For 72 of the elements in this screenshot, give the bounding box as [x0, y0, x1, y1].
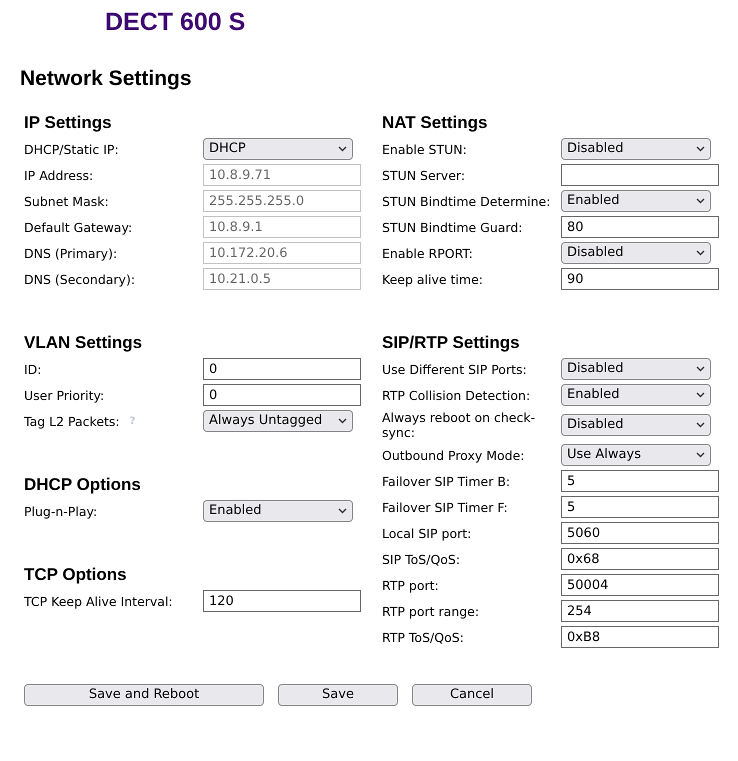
chevron-down-icon	[338, 146, 347, 152]
input-field[interactable]: 90	[561, 268, 719, 290]
input-field[interactable]: 0x68	[561, 548, 719, 570]
field-label: Enable RPORT:	[382, 246, 473, 260]
chevron-down-icon	[696, 366, 705, 372]
field-label: Failover SIP Timer F:	[382, 500, 508, 514]
input-field[interactable]: 0	[203, 384, 361, 406]
field-label: Plug-n-Play:	[24, 504, 98, 518]
field-label: IP Address:	[24, 168, 94, 182]
field-label: Outbound Proxy Mode:	[382, 448, 524, 462]
field-label: DHCP/Static IP:	[24, 142, 119, 156]
chevron-down-icon	[696, 198, 705, 204]
input-field[interactable]: 254	[561, 600, 719, 622]
input-field[interactable]	[561, 164, 719, 186]
field-label: RTP port:	[382, 578, 439, 592]
dropdown[interactable]: Enabled	[561, 384, 711, 406]
section-heading: NAT Settings	[382, 112, 488, 134]
dropdown[interactable]: Use Always	[561, 444, 711, 466]
field-label: Use Different SIP Ports:	[382, 362, 527, 376]
field-label: Keep alive time:	[382, 272, 483, 286]
action-button[interactable]: Save	[278, 684, 398, 706]
chevron-down-icon	[338, 418, 347, 424]
field-label: Local SIP port:	[382, 526, 472, 540]
input-field[interactable]: 120	[203, 590, 361, 612]
input-field[interactable]: 5	[561, 470, 719, 492]
section-heading: DHCP Options	[24, 474, 142, 496]
input-field[interactable]: 5	[561, 496, 719, 518]
field-label: SIP ToS/QoS:	[382, 552, 460, 566]
action-button[interactable]: Save and Reboot	[24, 684, 264, 706]
dropdown[interactable]: DHCP	[203, 138, 353, 160]
section-heading: VLAN Settings	[24, 332, 144, 354]
field-label: User Priority:	[24, 388, 104, 402]
field-label: RTP Collision Detection:	[382, 388, 530, 402]
dropdown[interactable]: Disabled	[561, 242, 711, 264]
section-heading: IP Settings	[24, 112, 113, 134]
field-label: RTP port range:	[382, 604, 480, 618]
chevron-down-icon	[696, 392, 705, 398]
dropdown[interactable]: Always Untagged	[203, 410, 353, 432]
input-field[interactable]: 80	[561, 216, 719, 238]
field-label: TCP Keep Alive Interval:	[24, 594, 173, 608]
input-field[interactable]: 0	[203, 358, 361, 380]
chevron-down-icon	[338, 508, 347, 514]
field-label: STUN Bindtime Guard:	[382, 220, 522, 234]
field-label: STUN Bindtime Determine:	[382, 194, 550, 208]
section-heading: TCP Options	[24, 564, 128, 586]
chevron-down-icon	[696, 250, 705, 256]
dropdown[interactable]: Disabled	[561, 358, 711, 380]
input-field[interactable]: 5060	[561, 522, 719, 544]
input-field[interactable]: 50004	[561, 574, 719, 596]
chevron-down-icon	[696, 422, 705, 428]
product-title: DECT 600 S	[105, 7, 246, 38]
field-label: ID:	[24, 362, 42, 376]
field-label: Always reboot on check-sync:	[382, 410, 536, 440]
field-label: Subnet Mask:	[24, 194, 109, 208]
chevron-down-icon	[696, 146, 705, 152]
action-button[interactable]: Cancel	[412, 684, 532, 706]
field-label: Default Gateway:	[24, 220, 132, 234]
page-title: Network Settings	[20, 66, 193, 92]
field-label: RTP ToS/QoS:	[382, 630, 464, 644]
dropdown[interactable]: Disabled	[561, 414, 711, 436]
dropdown[interactable]: Enabled	[203, 500, 353, 522]
field-label: STUN Server:	[382, 168, 466, 182]
section-heading: SIP/RTP Settings	[382, 332, 521, 354]
input-field[interactable]: 0xB8	[561, 626, 719, 648]
field-label: Enable STUN:	[382, 142, 467, 156]
dropdown[interactable]: Disabled	[561, 138, 711, 160]
field-label: DNS (Primary):	[24, 246, 118, 260]
field-label: Tag L2 Packets:	[24, 414, 120, 428]
chevron-down-icon	[696, 452, 705, 458]
dropdown[interactable]: Enabled	[561, 190, 711, 212]
field-label: Failover SIP Timer B:	[382, 474, 510, 488]
field-label: DNS (Secondary):	[24, 272, 136, 286]
